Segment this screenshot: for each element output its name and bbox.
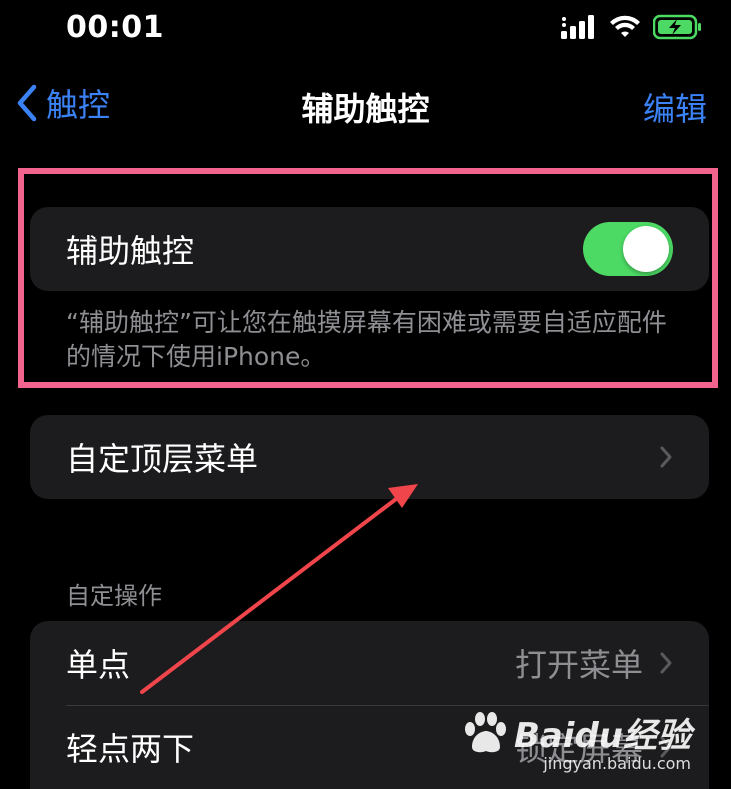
single-tap-value: 打开菜单 bbox=[514, 646, 643, 684]
assistive-touch-row: 辅助触控 bbox=[30, 207, 709, 291]
customize-top-menu-row[interactable]: 自定顶层菜单 bbox=[30, 415, 709, 499]
single-tap-row[interactable]: 单点 打开菜单 bbox=[30, 621, 709, 705]
top-menu-group: 自定顶层菜单 bbox=[30, 415, 709, 499]
assistive-touch-footer: “辅助触控”可让您在触摸屏幕有困难或需要自适应配件的情况下使用iPhone。 bbox=[66, 308, 667, 371]
chevron-right-icon bbox=[660, 446, 672, 468]
toggle-knob bbox=[623, 226, 669, 272]
double-tap-value: 锁定屏幕 bbox=[514, 730, 643, 768]
page-title: 辅助触控 bbox=[301, 90, 430, 128]
chevron-right-icon bbox=[660, 736, 672, 758]
double-tap-row[interactable]: 轻点两下 锁定屏幕 bbox=[30, 705, 709, 789]
status-icons bbox=[561, 14, 703, 44]
status-time: 00:01 bbox=[66, 10, 164, 45]
single-tap-label: 单点 bbox=[66, 646, 131, 684]
double-tap-label: 轻点两下 bbox=[66, 730, 195, 768]
edit-button[interactable]: 编辑 bbox=[643, 84, 707, 130]
screen: 00:01 触控 辅助触控 编辑 辅助触控 “辅助触控”可让您在触摸屏幕有困难或… bbox=[0, 0, 731, 789]
navigation-bar: 触控 辅助触控 编辑 bbox=[0, 72, 731, 136]
wifi-icon bbox=[609, 15, 641, 43]
battery-charging-icon bbox=[652, 14, 703, 44]
chevron-right-icon bbox=[660, 652, 672, 674]
assistive-touch-toggle[interactable] bbox=[583, 222, 673, 276]
custom-actions-group: 单点 打开菜单 轻点两下 锁定屏幕 bbox=[30, 621, 709, 789]
status-bar: 00:01 bbox=[0, 0, 731, 58]
custom-actions-header: 自定操作 bbox=[66, 582, 162, 610]
cellular-signal-icon bbox=[561, 15, 597, 43]
assistive-touch-group: 辅助触控 bbox=[30, 207, 709, 291]
customize-top-menu-label: 自定顶层菜单 bbox=[66, 440, 259, 478]
assistive-touch-label: 辅助触控 bbox=[66, 232, 195, 270]
